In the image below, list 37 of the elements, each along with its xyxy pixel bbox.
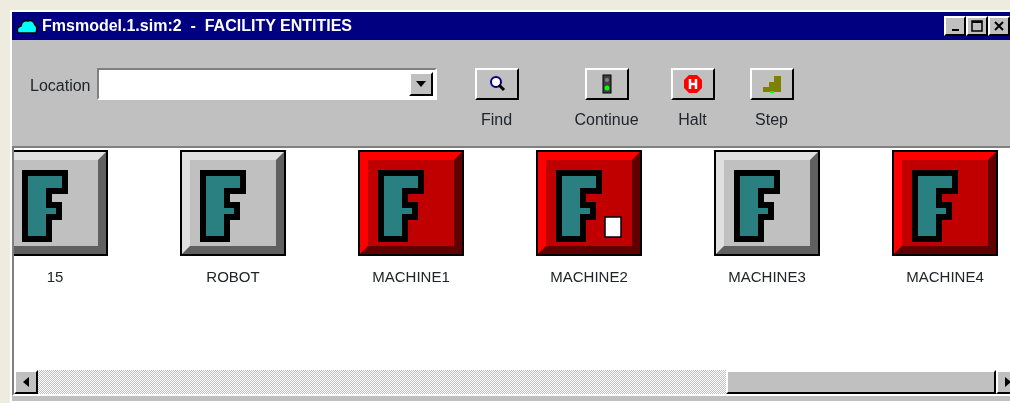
entity-name: MACHINE3	[728, 267, 806, 287]
halt-icon	[682, 74, 703, 94]
horizontal-scrollbar[interactable]	[14, 370, 1010, 394]
button-label: Halt	[678, 110, 707, 130]
close-button[interactable]	[988, 16, 1010, 36]
dropdown-button[interactable]	[408, 72, 433, 96]
continue-button[interactable]	[584, 68, 629, 100]
entity-name: MACHINE4	[906, 267, 984, 287]
step-button[interactable]	[749, 68, 794, 100]
find-button[interactable]	[474, 68, 519, 100]
minimize-icon	[951, 29, 959, 31]
facility-icon[interactable]	[714, 150, 820, 256]
maximize-icon	[971, 20, 983, 32]
location-dropdown[interactable]	[96, 68, 437, 100]
button-label: Find	[480, 110, 513, 130]
entity-name: MACHINE1	[372, 267, 450, 287]
button-label: Step	[755, 110, 788, 130]
left-arrow-icon	[23, 377, 29, 387]
facility-icon[interactable]	[14, 150, 108, 256]
cloud-icon	[16, 17, 38, 35]
facility-icon[interactable]	[536, 150, 642, 256]
steps-icon	[761, 74, 782, 94]
scroll-thumb[interactable]	[726, 370, 996, 394]
scroll-left-button[interactable]	[14, 370, 38, 394]
entity-name: 15	[46, 267, 64, 287]
window-title: Fmsmodel.1.sim:2 - FACILITY ENTITIES	[42, 16, 352, 36]
location-label: Location	[30, 76, 91, 96]
entity-name: ROBOT	[206, 267, 260, 287]
facility-icon[interactable]	[180, 150, 286, 256]
halt-button[interactable]	[670, 68, 715, 100]
right-arrow-icon	[1005, 377, 1010, 387]
close-icon	[993, 20, 1005, 32]
minimize-button[interactable]	[944, 16, 966, 36]
maximize-button[interactable]	[966, 16, 988, 36]
entity-name: MACHINE2	[550, 267, 628, 287]
button-label: Continue	[574, 110, 639, 130]
caret-icon	[415, 81, 426, 87]
